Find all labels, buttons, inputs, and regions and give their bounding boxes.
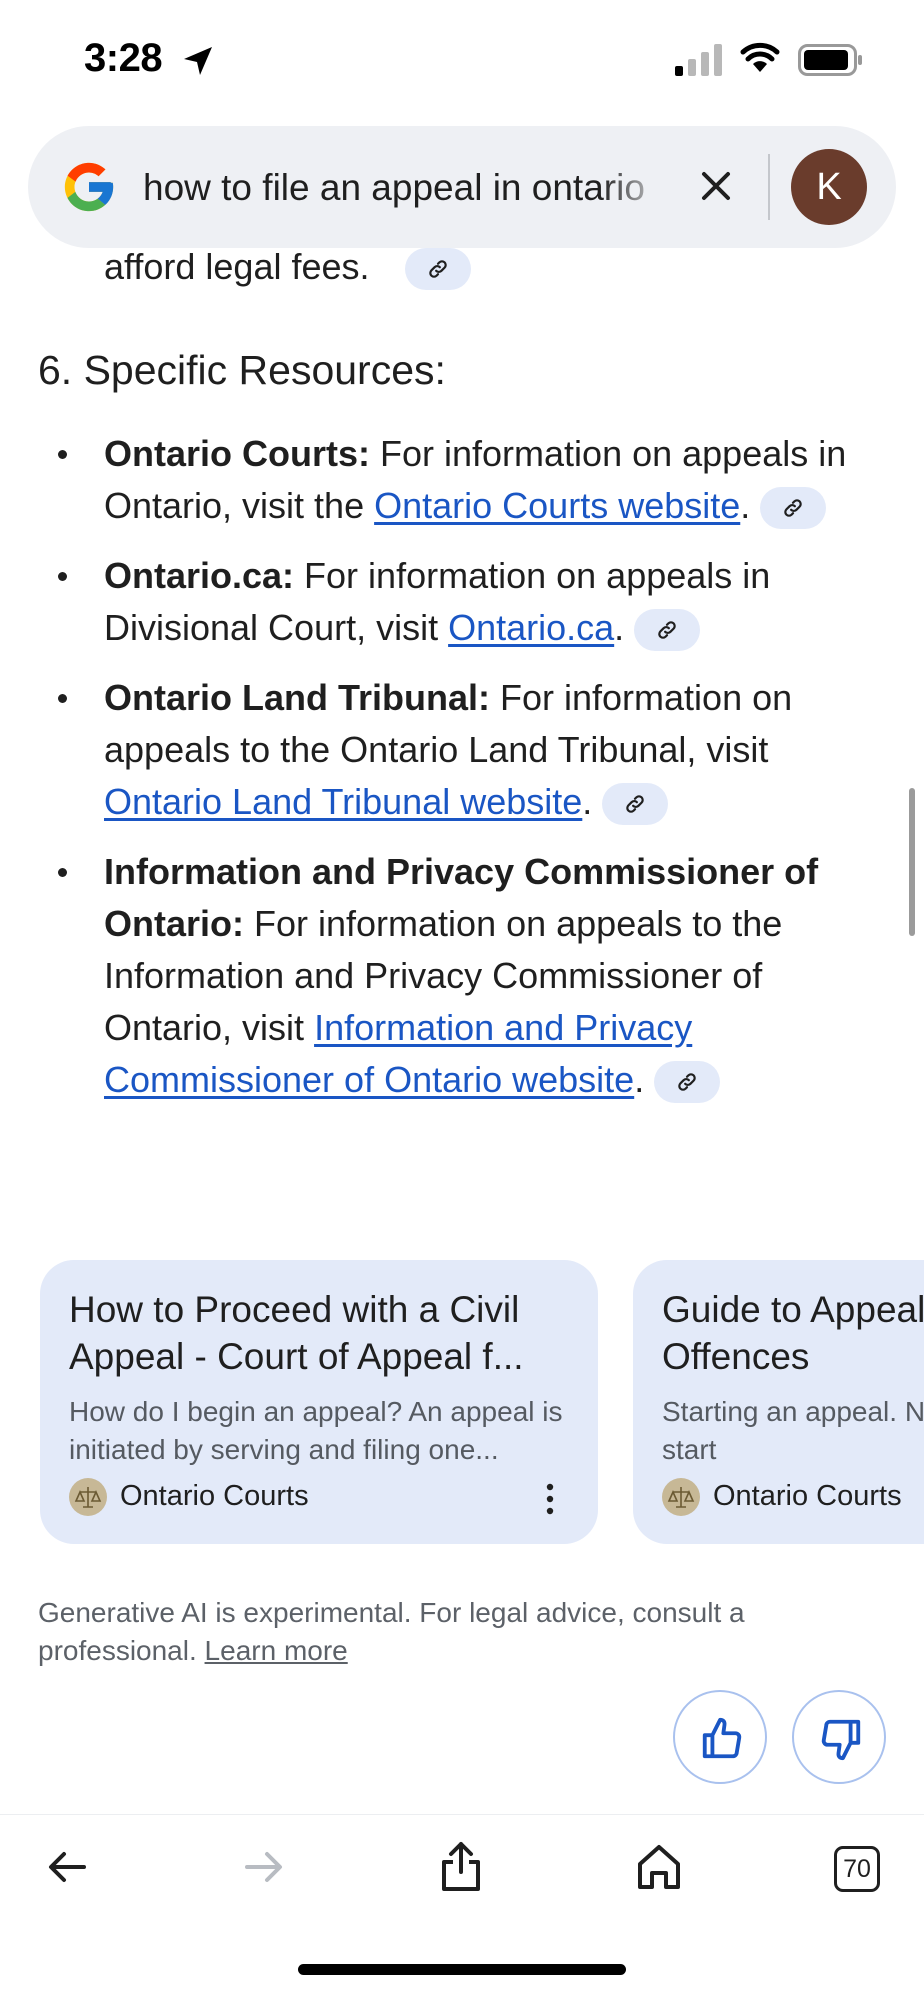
list-item: Ontario.ca: For information on appeals i… <box>58 550 864 654</box>
citation-chip[interactable] <box>405 248 471 290</box>
source-card[interactable]: Guide to Appeals in Provincial Offences … <box>633 1260 924 1544</box>
forward-arrow-icon[interactable] <box>241 1844 287 1890</box>
clear-search-icon[interactable] <box>696 166 736 206</box>
source-name: Ontario Courts <box>120 1480 309 1512</box>
link-icon <box>429 260 447 278</box>
more-options-icon[interactable] <box>545 1482 555 1516</box>
citation-chip[interactable] <box>654 1061 721 1104</box>
scrollbar[interactable] <box>909 788 915 936</box>
citation-chip[interactable] <box>634 609 701 652</box>
source-card[interactable]: How to Proceed with a Civil Appeal - Cou… <box>40 1260 598 1544</box>
disclaimer-text: Generative AI is experimental. For legal… <box>38 1597 745 1666</box>
status-bar: 3:28 <box>0 0 924 120</box>
search-fade <box>600 158 670 218</box>
wifi-icon <box>740 42 780 72</box>
learn-more-link[interactable]: Learn more <box>205 1635 348 1666</box>
back-arrow-icon[interactable] <box>44 1844 90 1890</box>
resource-link[interactable]: Ontario Courts website <box>374 485 740 526</box>
link-icon <box>678 1073 696 1092</box>
thumbs-up-icon <box>702 1717 742 1759</box>
resource-link[interactable]: Ontario Land Tribunal website <box>104 781 582 822</box>
resource-end: . <box>582 781 593 822</box>
list-item: Information and Privacy Commissioner of … <box>58 846 864 1106</box>
card-title: How to Proceed with a Civil Appeal - Cou… <box>69 1289 524 1377</box>
share-icon[interactable] <box>438 1840 484 1892</box>
list-item: Ontario Land Tribunal: For information o… <box>58 672 864 828</box>
source-name: Ontario Courts <box>713 1480 902 1512</box>
link-icon <box>658 621 676 640</box>
status-time: 3:28 <box>84 36 163 80</box>
home-icon[interactable] <box>635 1842 683 1892</box>
citation-chip[interactable] <box>760 487 827 530</box>
tab-switcher-button[interactable]: 70 <box>834 1846 880 1892</box>
scales-of-justice-icon <box>662 1478 700 1516</box>
scales-of-justice-icon <box>69 1478 107 1516</box>
thumbs-down-icon <box>821 1719 861 1761</box>
ai-disclaimer: Generative AI is experimental. For legal… <box>38 1594 798 1670</box>
thumbs-down-button[interactable] <box>792 1690 886 1784</box>
search-divider <box>768 154 770 220</box>
search-input[interactable]: how to file an appeal in ontario <box>143 160 665 216</box>
thumbs-up-button[interactable] <box>673 1690 767 1784</box>
home-indicator <box>298 1964 626 1975</box>
section-heading: 6. Specific Resources: <box>38 347 446 393</box>
cellular-signal-icon <box>675 44 722 76</box>
battery-icon <box>798 44 862 76</box>
card-snippet: How do I begin an appeal? An appeal is i… <box>69 1396 563 1465</box>
list-item: Ontario Courts: For information on appea… <box>58 428 864 532</box>
link-icon <box>784 499 803 518</box>
resource-name: Ontario Courts: <box>104 433 370 474</box>
location-arrow-icon <box>184 47 212 75</box>
card-snippet: Starting an appeal. N The first step to … <box>662 1396 924 1465</box>
citation-chip[interactable] <box>602 783 669 826</box>
resource-link[interactable]: Ontario.ca <box>448 607 614 648</box>
resource-end: . <box>634 1059 645 1100</box>
resource-name: Ontario Land Tribunal: <box>104 677 490 718</box>
resource-end: . <box>740 485 751 526</box>
resource-end: . <box>614 607 625 648</box>
resource-name: Ontario.ca: <box>104 555 295 596</box>
card-title: Guide to Appeals in Provincial Offences <box>662 1289 924 1377</box>
avatar[interactable]: K <box>791 149 867 225</box>
partial-text-line: afford legal fees. <box>104 246 370 287</box>
link-icon <box>626 795 645 814</box>
google-logo-icon <box>64 162 114 212</box>
resources-list: Ontario Courts: For information on appea… <box>58 428 864 1124</box>
